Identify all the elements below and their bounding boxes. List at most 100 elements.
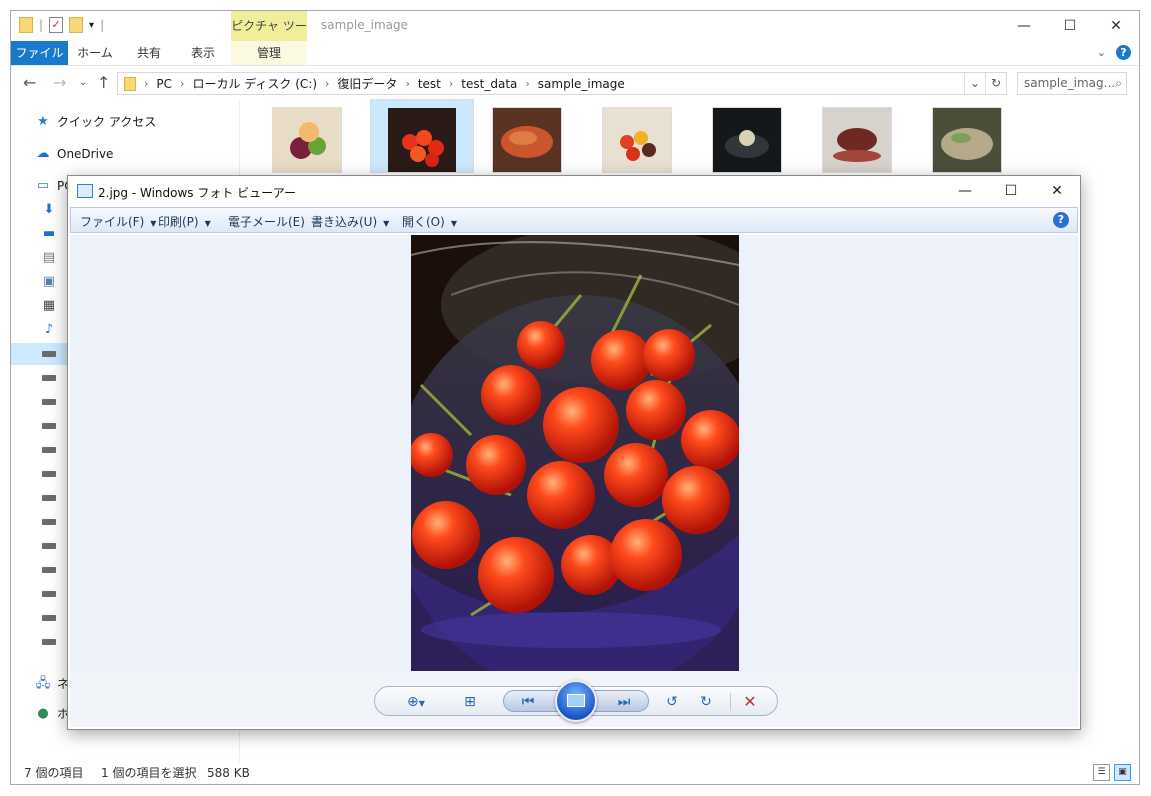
tab-home[interactable]: ホーム [73,41,117,65]
chevron-down-icon: ▼ [450,219,457,228]
details-view-icon[interactable]: ☰ [1093,764,1110,781]
close-button[interactable]: ✕ [1093,11,1139,41]
thumbnail-item[interactable] [602,107,672,173]
address-bar[interactable]: › PC › ローカル ディスク (C:) › 復旧データ › test › t… [117,72,1007,95]
viewer-maximize-button[interactable]: ☐ [988,176,1034,206]
drive-icon [41,562,57,578]
menu-print-label: 印刷(P) [158,215,199,229]
breadcrumb-chevron: › [525,77,530,90]
quick-access-toolbar: | ✓ ▾ | [19,17,104,33]
tab-share[interactable]: 共有 [127,41,171,65]
back-icon[interactable]: ← [23,73,36,92]
recent-dropdown-icon[interactable]: ⌄ [79,77,87,88]
qat-dropdown-icon[interactable]: ▾ [89,20,94,31]
explorer-titlebar: | ✓ ▾ | ピクチャ ツール sample_image — ☐ ✕ [11,11,1139,63]
breadcrumb-sample-image[interactable]: sample_image [538,77,625,91]
viewer-title: 2.jpg - Windows フォト ビューアー [98,186,296,200]
drive-icon [41,610,57,626]
status-selection: 1 個の項目を選択 [101,766,197,780]
network-icon: 🖧 [35,676,51,691]
expand-ribbon-icon[interactable]: ⌄ [1097,46,1106,59]
menu-email[interactable]: 電子メール(E) [228,213,305,230]
photo-viewer-window: 2.jpg - Windows フォト ビューアー — ☐ ✕ ファイル(F) ▼… [67,175,1081,730]
breadcrumb: › PC › ローカル ディスク (C:) › 復旧データ › test › t… [118,75,964,92]
ribbon-right: ⌄ ? [1097,45,1131,60]
drive-icon [41,418,57,434]
rotate-right-icon[interactable]: ↻ [695,693,717,711]
drive-icon [41,634,57,650]
slideshow-icon[interactable] [555,680,597,722]
nav-onedrive[interactable]: ☁ OneDrive [11,143,239,165]
thumbnail-item[interactable] [822,107,892,173]
properties-icon[interactable]: ✓ [49,17,64,33]
ribbon-tabs: ファイル ホーム 共有 表示 管理 ⌄ ? [11,41,1139,66]
up-icon[interactable]: ↑ [97,73,110,92]
breadcrumb-recovery[interactable]: 復旧データ [337,75,397,92]
nav-quick-access[interactable]: ★ クイック アクセス [11,111,239,133]
viewer-minimize-button[interactable]: — [942,176,988,206]
music-icon: ♪ [44,322,54,337]
tab-manage[interactable]: 管理 [231,41,307,65]
forward-icon[interactable]: → [53,73,66,92]
next-icon[interactable]: ⏭ [613,693,635,711]
viewer-titlebar: 2.jpg - Windows フォト ビューアー — ☐ ✕ [68,176,1080,206]
thumbnail-image [933,108,1001,172]
tab-view[interactable]: 表示 [181,41,225,65]
viewer-close-button[interactable]: ✕ [1034,176,1080,206]
large-icons-view-icon[interactable]: ▣ [1114,764,1131,781]
thumbnail-item-selected[interactable] [370,99,474,173]
photo-viewer-icon [77,184,93,198]
thumbnail-image [493,108,561,172]
menu-file-label: ファイル(F) [80,215,145,229]
refresh-icon[interactable]: ↻ [985,73,1006,94]
thumbnail-item[interactable] [272,107,342,173]
address-dropdown-icon[interactable]: ⌄ [964,73,985,94]
delete-icon[interactable]: ✕ [739,693,761,711]
drive-icon [41,514,57,530]
slideshow-screen [567,694,585,707]
breadcrumb-test-data[interactable]: test_data [461,77,517,91]
thumbnail-item[interactable] [932,107,1002,173]
drive-icon [41,394,57,410]
previous-icon[interactable]: ⏮ [517,693,539,711]
viewer-toolbar-area: ⊕▼ ⊞ ⏮ ⏭ ↺ ↻ ✕ [70,671,1078,727]
status-item-count: 7 個の項目 [24,766,84,780]
cloud-icon: ☁ [36,146,50,161]
zoom-icon[interactable]: ⊕▼ [399,693,433,711]
qat-separator: | [100,18,105,32]
thumbnail-item[interactable] [712,107,782,173]
chevron-down-icon: ▼ [204,219,211,228]
thumbnail-image [603,108,671,172]
desktop-icon: ▬ [42,226,56,241]
menu-open[interactable]: 開く(O) ▼ [402,213,457,230]
rotate-left-icon[interactable]: ↺ [661,693,683,711]
viewer-help-icon[interactable]: ? [1053,212,1069,228]
cherries-photo [411,235,739,671]
breadcrumb-test[interactable]: test [418,77,441,91]
search-input[interactable]: sample_imag... ⌕ [1017,72,1127,95]
breadcrumb-pc[interactable]: PC [156,77,172,91]
maximize-button[interactable]: ☐ [1047,11,1093,41]
minimize-button[interactable]: — [1001,11,1047,41]
address-row: ← → ⌄ ↑ › PC › ローカル ディスク (C:) › 復旧データ › … [11,69,1139,99]
thumbnail-image [823,108,891,172]
thumbnail-item[interactable] [492,107,562,173]
breadcrumb-chevron: › [144,77,149,90]
document-icon: ▤ [42,250,56,265]
tab-file[interactable]: ファイル [11,41,68,65]
viewer-menubar: ファイル(F) ▼ 印刷(P) ▼ 電子メール(E) 書き込み(U) ▼ 開く(O) ▼… [70,207,1078,233]
viewer-window-controls: — ☐ ✕ [942,176,1080,206]
pictures-icon: ▣ [42,274,56,289]
help-icon[interactable]: ? [1116,45,1131,60]
film-icon: ▦ [42,298,56,313]
drive-icon [41,466,57,482]
breadcrumb-local-disk[interactable]: ローカル ディスク (C:) [192,75,317,92]
menu-burn[interactable]: 書き込み(U) ▼ [311,213,389,230]
actual-size-icon[interactable]: ⊞ [459,693,481,711]
menu-file[interactable]: ファイル(F) ▼ [80,213,156,230]
folder-icon [124,76,136,91]
new-folder-icon[interactable] [69,17,84,33]
menu-print[interactable]: 印刷(P) ▼ [158,213,211,230]
status-size: 588 KB [207,766,250,780]
drive-icon [41,370,57,386]
